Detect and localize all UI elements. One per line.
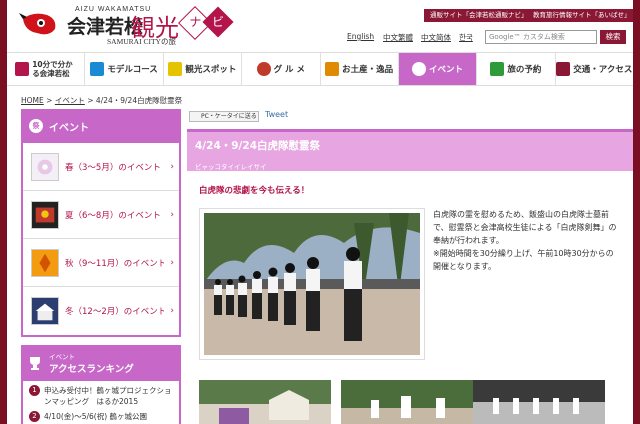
event-title: 4/24・9/24白虎隊慰霊祭	[195, 140, 321, 152]
lang-zh-tw-link[interactable]: 中文繁體	[383, 32, 413, 43]
nav-souvenir[interactable]: お土産・逸品	[321, 53, 399, 85]
gift-icon	[325, 62, 340, 76]
description-note: ※開始時間を30分繰り上げ、午前10時30分からの開催となります。	[433, 249, 614, 271]
ranking-header: イベント アクセスランキング	[21, 345, 181, 381]
event-kana: ビャッコタイイレイサイ	[195, 163, 267, 171]
nav-10min[interactable]: 10分で分かる会津若松	[7, 53, 86, 85]
send-to-mobile-button[interactable]: PC・ケータイに送る	[189, 111, 259, 122]
calendar-icon	[490, 62, 505, 76]
spot-icon	[168, 62, 183, 76]
description-paragraph: 白虎隊の霊を慰めるため、飯盛山の白虎隊士墓前で、慰霊祭と会津高校生徒による「白虎…	[433, 210, 617, 245]
nav-gourmet[interactable]: グ ル メ	[242, 53, 321, 85]
ranking-title: アクセスランキング	[49, 364, 134, 375]
chevron-right-icon: ›	[170, 161, 174, 172]
main-nav: 10分で分かる会津若松 モデルコース 観光スポット グ ル メ お土産・逸品 イ…	[7, 52, 633, 86]
event-icon	[412, 62, 427, 76]
search-button[interactable]: 検索	[600, 30, 626, 44]
ranking-small-label: イベント	[49, 353, 75, 361]
winter-castle-thumbnail	[31, 297, 59, 325]
sidebar-title: イベント	[49, 122, 89, 134]
season-label: 冬（12～2月）のイベント	[65, 307, 165, 317]
arrow-icon	[90, 62, 105, 76]
nav-label: 旅の予約	[507, 65, 542, 75]
season-item-autumn[interactable]: 秋（9～11月）のイベント ›	[23, 239, 179, 287]
event-description: 白虎隊の霊を慰めるため、飯盛山の白虎隊士墓前で、慰霊祭と会津高校生徒による「白虎…	[433, 208, 621, 273]
nav-label: 10分で分かる会津若松	[32, 60, 73, 78]
ranking-list: 1 申込み受付中！鶴ヶ城プロジェクションマッピング はるか2015 2 4/10…	[21, 381, 181, 424]
chevron-right-icon: ›	[170, 257, 174, 268]
trophy-icon	[30, 357, 40, 370]
nav-label: グ ル メ	[273, 65, 306, 75]
ranking-item[interactable]: 1 申込み受付中！鶴ヶ城プロジェクションマッピング はるか2015	[29, 385, 173, 407]
festival-icon: 祭	[29, 119, 43, 133]
gallery-photo-1[interactable]	[199, 380, 331, 424]
lang-english-link[interactable]: English	[347, 32, 374, 41]
season-item-spring[interactable]: 春（3～5月）のイベント ›	[23, 143, 179, 191]
sidebar-event-header: 祭 イベント	[21, 109, 181, 143]
breadcrumb-current: 4/24・9/24白虎隊慰霊祭	[95, 96, 183, 105]
logo-navi-bi: ビ	[202, 6, 234, 38]
season-label: 夏（6～8月）のイベント	[65, 210, 161, 221]
lang-korean-link[interactable]: 한국	[459, 32, 473, 43]
shop-site-button[interactable]: 通販サイト「会津若松通販ナビ」	[424, 9, 534, 22]
ranking-item[interactable]: 2 4/10(金)～5/6(祝) 鶴ヶ城公園	[29, 411, 173, 422]
page: AIZU WAKAMATSU 会津若松 観光 ナ ビ SAMURAI CITYの…	[7, 0, 633, 424]
logo-subtitle: SAMURAI CITYの旅	[107, 37, 176, 46]
book-icon	[15, 62, 30, 76]
nav-reservation[interactable]: 旅の予約	[477, 53, 556, 85]
bowl-icon	[256, 62, 271, 76]
breadcrumb-separator: >	[46, 96, 53, 105]
rank-number: 2	[29, 411, 40, 422]
event-photo	[199, 208, 425, 360]
header: AIZU WAKAMATSU 会津若松 観光 ナ ビ SAMURAI CITYの…	[7, 0, 633, 50]
autumn-leaf-thumbnail	[31, 248, 59, 277]
season-label: 秋（9～11月）のイベント	[65, 258, 165, 269]
gallery-photo-3[interactable]	[473, 380, 605, 424]
sword-dance-photo	[204, 213, 420, 355]
chevron-right-icon: ›	[170, 306, 174, 316]
nav-access[interactable]: 交通・アクセス	[556, 53, 633, 85]
gallery-photo-2[interactable]	[341, 380, 473, 424]
akabeko-logo-icon[interactable]	[19, 9, 59, 39]
summer-festival-thumbnail	[31, 200, 59, 229]
nav-label: イベント	[429, 65, 464, 75]
nav-model-course[interactable]: モデルコース	[85, 53, 164, 85]
spring-flower-thumbnail	[31, 152, 59, 181]
season-label: 春（3～5月）のイベント	[65, 162, 161, 173]
nav-label: 交通・アクセス	[573, 65, 633, 75]
rank-number: 1	[29, 385, 40, 396]
breadcrumb-separator: >	[87, 96, 94, 105]
edu-travel-site-button[interactable]: 教育旅行情報サイト「あいばせ」	[527, 9, 633, 22]
breadcrumb: HOME > イベント > 4/24・9/24白虎隊慰霊祭	[21, 95, 182, 106]
sidebar: 祭 イベント 春（3～5月）のイベント › 夏（6～8月）のイベント › 秋（9…	[21, 109, 181, 424]
share-label: PC・ケータイに送る	[201, 113, 257, 120]
chevron-right-icon: ›	[170, 209, 174, 220]
nav-event[interactable]: イベント	[398, 53, 478, 85]
bus-icon	[556, 62, 571, 76]
breadcrumb-home-link[interactable]: HOME	[21, 96, 44, 105]
nav-label: 観光スポット	[185, 65, 237, 75]
search-input[interactable]: Google™ カスタム検索	[485, 30, 597, 44]
event-lead: 白虎隊の悲劇を今も伝える！	[199, 186, 310, 196]
nav-label: お土産・逸品	[342, 65, 394, 75]
tweet-link[interactable]: Tweet	[265, 110, 288, 119]
breadcrumb-event-link[interactable]: イベント	[55, 96, 85, 105]
ranking-text: 申込み受付中！鶴ヶ城プロジェクションマッピング はるか2015	[44, 386, 172, 406]
event-title-box: 4/24・9/24白虎隊慰霊祭 ビャッコタイイレイサイ	[187, 129, 633, 171]
ranking-text: 4/10(金)～5/6(祝) 鶴ヶ城公園	[44, 412, 147, 421]
nav-spots[interactable]: 観光スポット	[164, 53, 243, 85]
lang-zh-cn-link[interactable]: 中文简体	[421, 32, 451, 43]
season-item-winter[interactable]: 冬（12～2月）のイベント ›	[23, 287, 179, 335]
nav-label: モデルコース	[107, 65, 158, 75]
season-item-summer[interactable]: 夏（6～8月）のイベント ›	[23, 191, 179, 239]
season-list: 春（3～5月）のイベント › 夏（6～8月）のイベント › 秋（9～11月）のイ…	[21, 143, 181, 337]
